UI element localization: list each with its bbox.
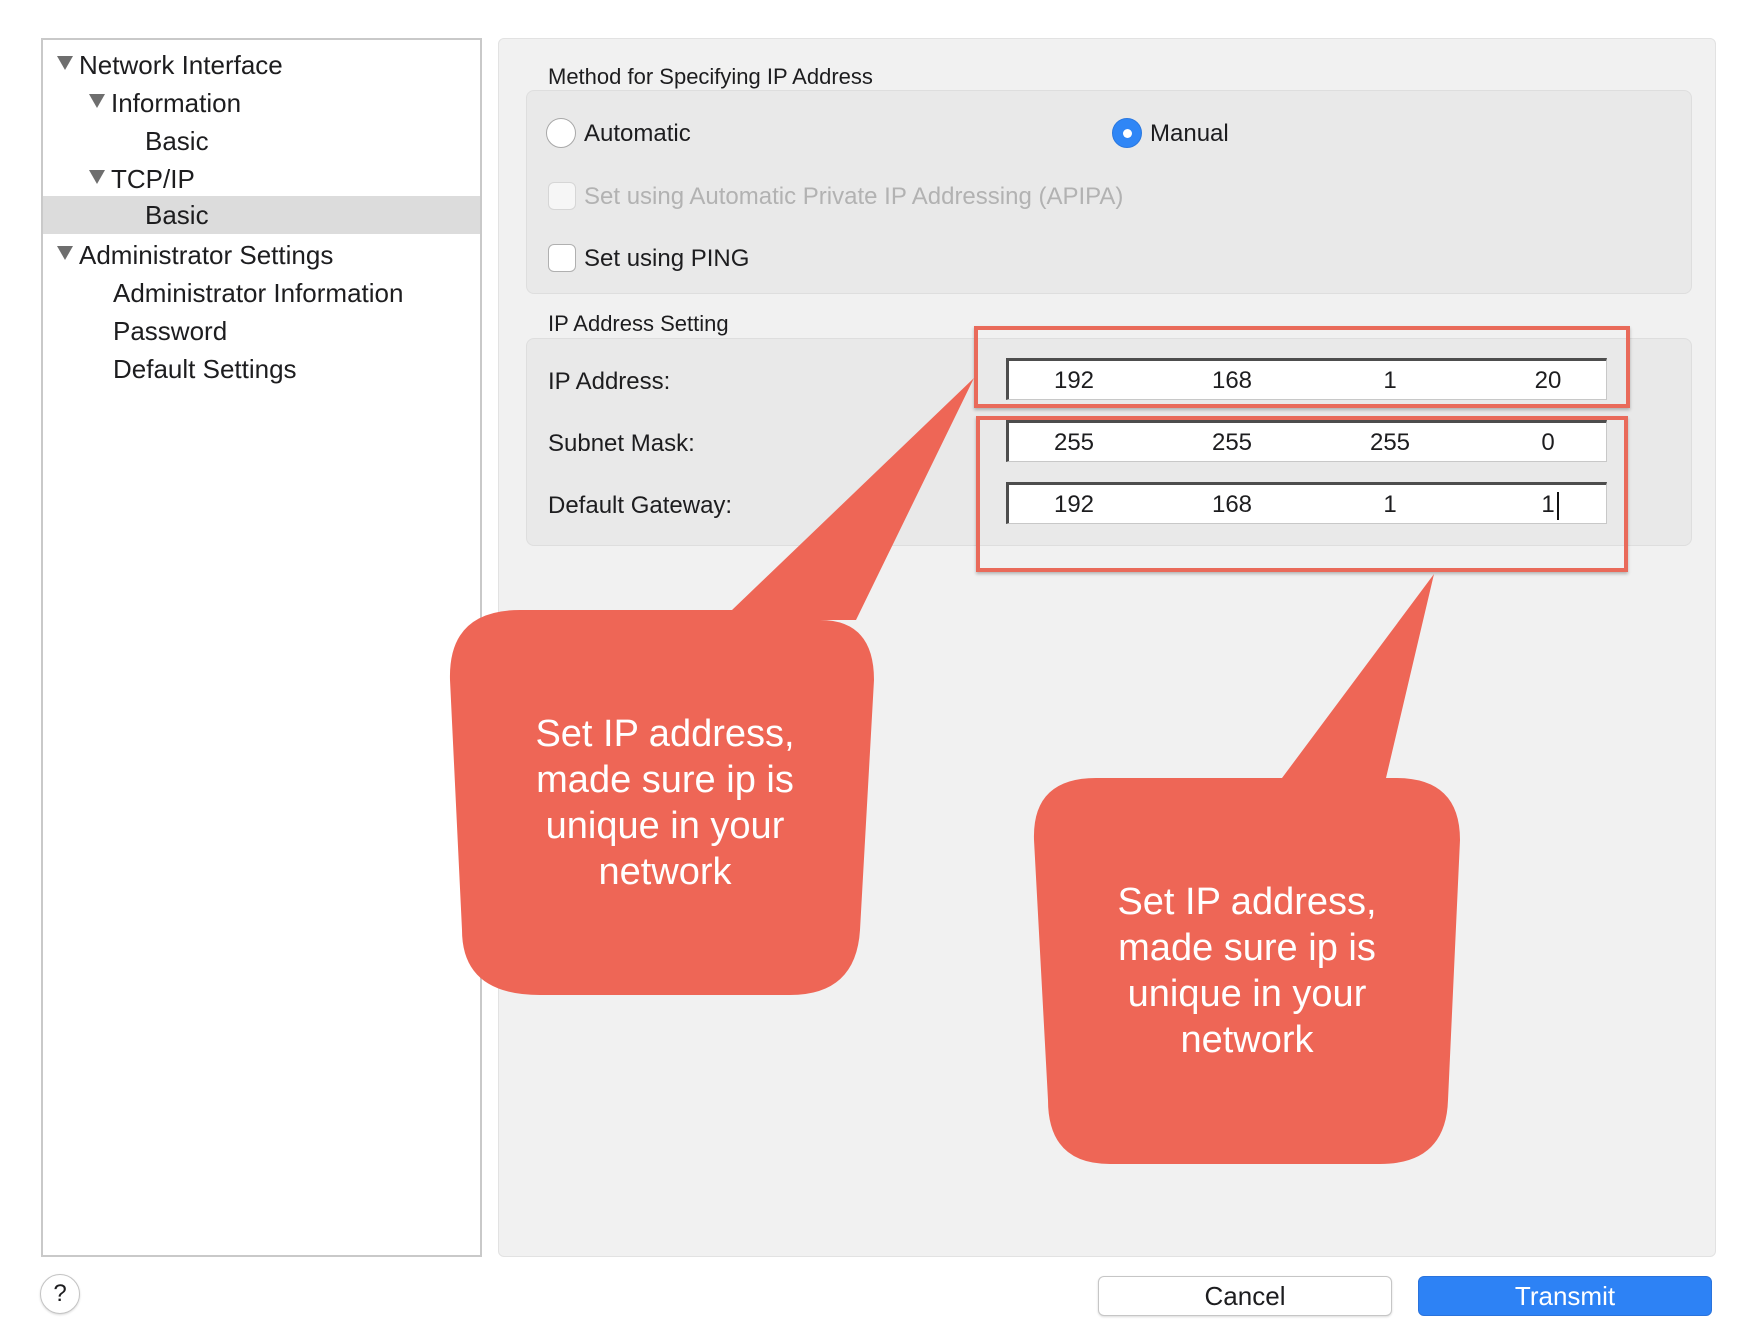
callout-bubble-left bbox=[449, 378, 975, 995]
transmit-button[interactable]: Transmit bbox=[1418, 1276, 1712, 1316]
callout-text-right: Set IP address, made sure ip is unique i… bbox=[1117, 881, 1377, 1061]
callout-shapes bbox=[449, 378, 1460, 1164]
callout-text-left: Set IP address, made sure ip is unique i… bbox=[535, 713, 795, 893]
cancel-button[interactable]: Cancel bbox=[1098, 1276, 1392, 1316]
callout-bubble-right bbox=[1033, 574, 1460, 1164]
help-button[interactable]: ? bbox=[40, 1274, 80, 1314]
